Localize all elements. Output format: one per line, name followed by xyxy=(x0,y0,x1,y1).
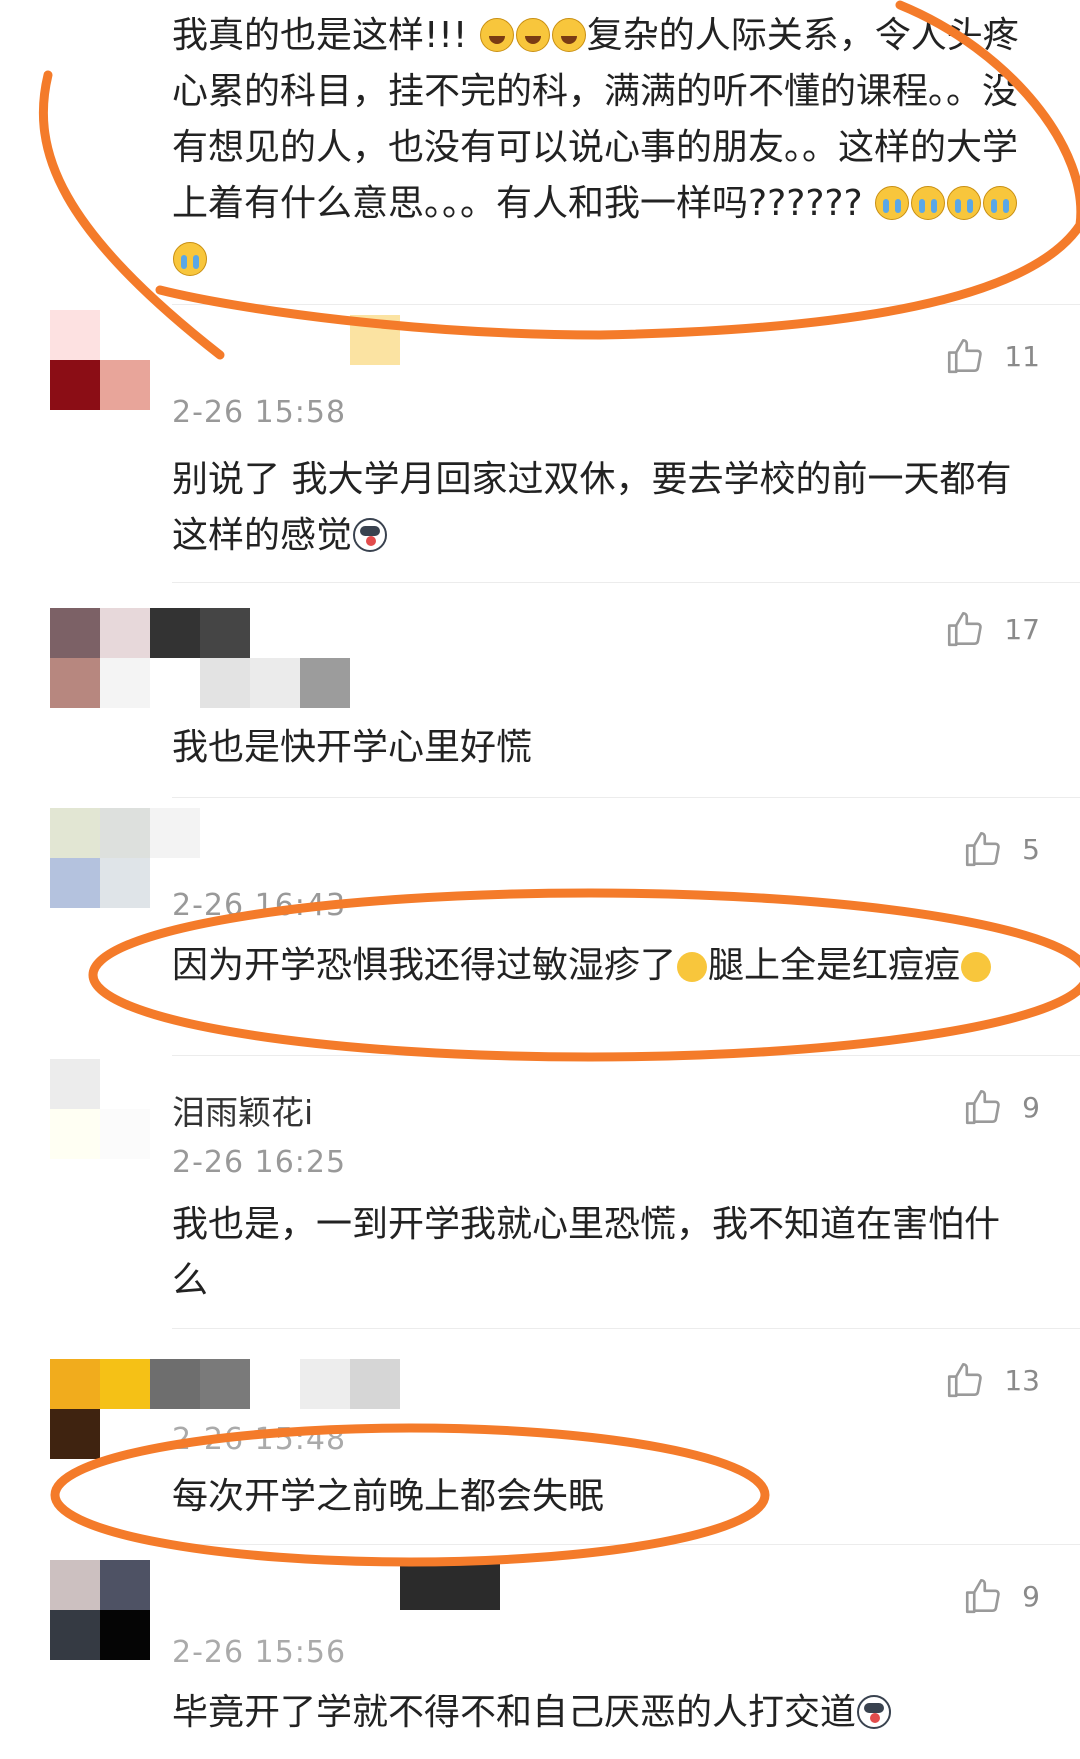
comment-item: 我真的也是这样!!! 复杂的人际关系，令人头疼心累的科目，挂不完的科，满满的听不… xyxy=(0,0,1080,305)
crying-emoji-icon xyxy=(947,186,982,220)
nickname-blurred[interactable] xyxy=(150,808,200,858)
like-button[interactable]: 13 xyxy=(944,1359,1040,1401)
comment-text: 因为开学恐惧我还得过敏湿疹了 xyxy=(172,945,677,986)
comment-text: 我也是快开学心里好慌 xyxy=(172,727,533,768)
laughing-tears-emoji-icon xyxy=(479,18,514,52)
comment-body: 别说了 我大学月回家过双休，要去学校的前一天都有这样的感觉 xyxy=(172,452,1032,564)
avatar[interactable] xyxy=(50,1059,150,1159)
crying-emoji-icon xyxy=(875,186,910,220)
thumbs-up-icon xyxy=(948,338,983,374)
comment-body: 毕竟开了学就不得不和自己厌恶的人打交道 xyxy=(172,1685,1032,1741)
avatar[interactable] xyxy=(50,1560,150,1660)
comment-item: 2-26 15:56 9 毕竟开了学就不得不和自己厌恶的人打交道 xyxy=(0,1545,1080,1759)
comment-time: 2-26 16:25 xyxy=(172,1145,347,1180)
thumbs-up-icon xyxy=(948,1362,983,1398)
comment-text: 腿上全是红痘痘 xyxy=(708,945,961,986)
avatar[interactable] xyxy=(50,1359,150,1459)
nickname-blurred[interactable] xyxy=(400,1560,500,1610)
thumbs-up-icon xyxy=(966,1578,1000,1614)
comment-time: 2-26 16:43 xyxy=(172,888,347,923)
like-count: 9 xyxy=(1022,1579,1040,1613)
like-button[interactable]: 11 xyxy=(944,335,1040,377)
comment-text: 我也是，一到开学我就心里恐慌，我不知道在害怕什么 xyxy=(172,1204,1001,1301)
like-count: 11 xyxy=(1004,339,1040,373)
comment-body: 我也是，一到开学我就心里恐慌，我不知道在害怕什么 xyxy=(172,1197,1032,1309)
like-count: 17 xyxy=(1004,612,1040,646)
avatar[interactable] xyxy=(50,608,150,708)
comment-time: 2-26 15:48 xyxy=(172,1422,347,1457)
nickname-blurred[interactable] xyxy=(200,658,350,708)
comment-text: 毕竟开了学就不得不和自己厌恶的人打交道 xyxy=(172,1692,857,1733)
husky-emoji-icon xyxy=(857,1695,892,1729)
laughing-tears-emoji-icon xyxy=(551,18,586,52)
comment-text: 我真的也是这样!!! xyxy=(172,15,479,56)
comment-item: 2-26 15:58 11 别说了 我大学月回家过双休，要去学校的前一天都有这样… xyxy=(0,305,1080,583)
comment-body: 每次开学之前晚上都会失眠 xyxy=(172,1469,1032,1525)
comment-time: 2-26 15:56 xyxy=(172,1635,347,1670)
comment-body: 我真的也是这样!!! 复杂的人际关系，令人头疼心累的科目，挂不完的科，满满的听不… xyxy=(172,8,1032,288)
like-button[interactable]: 17 xyxy=(944,608,1040,650)
like-count: 9 xyxy=(1022,1090,1040,1124)
nickname-blurred[interactable] xyxy=(150,608,250,658)
like-button[interactable]: 9 xyxy=(962,1086,1040,1128)
comment-item: 2-26 15:48 13 每次开学之前晚上都会失眠 xyxy=(0,1329,1080,1545)
crying-emoji-icon xyxy=(911,186,946,220)
nickname-blurred[interactable] xyxy=(300,1359,400,1409)
comment-time: 2-26 15:58 xyxy=(172,395,347,430)
thumbs-up-icon xyxy=(966,831,1000,867)
comment-body: 我也是快开学心里好慌 xyxy=(172,720,1032,776)
comment-text: 别说了 我大学月回家过双休，要去学校的前一天都有这样的感觉 xyxy=(172,459,1012,556)
smirk-emoji-icon xyxy=(961,952,992,982)
like-count: 13 xyxy=(1004,1363,1040,1397)
nickname-blurred[interactable] xyxy=(150,1359,250,1409)
comment-item: 2-26 16:43 5 因为开学恐惧我还得过敏湿疹了 腿上全是红痘痘 xyxy=(0,798,1080,1056)
comment-text: 每次开学之前晚上都会失眠 xyxy=(172,1476,605,1517)
comment-item: 17 我也是快开学心里好慌 xyxy=(0,583,1080,798)
like-count: 5 xyxy=(1022,832,1040,866)
thumbs-up-icon xyxy=(948,611,983,647)
comment-body: 因为开学恐惧我还得过敏湿疹了 腿上全是红痘痘 xyxy=(172,938,1032,994)
husky-emoji-icon xyxy=(353,518,388,552)
avatar[interactable] xyxy=(50,310,150,410)
comment-item: 泪雨颖花i 2-26 16:25 9 我也是，一到开学我就心里恐慌，我不知道在害… xyxy=(0,1056,1080,1329)
like-button[interactable]: 9 xyxy=(962,1575,1040,1617)
laughing-tears-emoji-icon xyxy=(515,18,550,52)
crying-emoji-icon xyxy=(173,242,207,276)
nickname-blurred[interactable] xyxy=(350,315,400,365)
nickname[interactable]: 泪雨颖花i xyxy=(172,1086,313,1134)
thumbs-up-icon xyxy=(966,1089,1000,1125)
smirk-emoji-icon xyxy=(677,952,708,982)
like-button[interactable]: 5 xyxy=(962,828,1040,870)
avatar[interactable] xyxy=(50,808,150,908)
crying-emoji-icon xyxy=(983,186,1018,220)
